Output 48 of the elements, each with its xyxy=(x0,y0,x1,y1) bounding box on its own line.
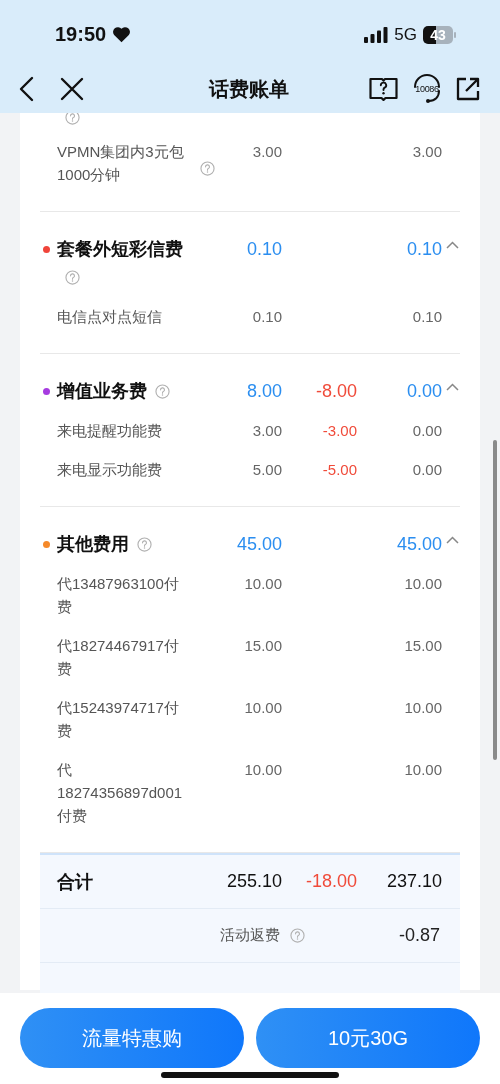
discount: -8.00 xyxy=(314,380,357,403)
final-amount: 10.00 xyxy=(403,760,442,780)
amount: 45.00 xyxy=(235,533,282,556)
time: 19:50 xyxy=(55,23,107,46)
discount: -18.00 xyxy=(304,871,357,892)
category-name: 套餐外短彩信费 xyxy=(57,239,183,259)
total-label: 合计 xyxy=(57,870,94,894)
discount: -3.00 xyxy=(321,421,357,441)
action-button[interactable]: 10元30G xyxy=(256,1008,480,1068)
final-amount: 237.10 xyxy=(385,871,442,892)
amount: 3.00 xyxy=(251,142,282,162)
amount: 0.10 xyxy=(251,307,282,327)
headset-button[interactable]: 10086 xyxy=(411,74,443,104)
final-amount: 10.00 xyxy=(403,574,442,594)
final-amount: 0.00 xyxy=(411,460,442,480)
amount: 0.10 xyxy=(245,238,282,261)
fee-item-name: 代13487963100付费 xyxy=(57,574,180,617)
amount: 3.00 xyxy=(251,421,282,441)
amount: 255.10 xyxy=(225,871,282,892)
fee-item-name: 来电提醒功能费 xyxy=(57,421,162,441)
action-button[interactable]: 流量特惠购 xyxy=(20,1008,244,1068)
network-label: 5G xyxy=(394,24,417,45)
final-amount: 15.00 xyxy=(403,636,442,656)
amount: 15.00 xyxy=(243,636,282,656)
amount: 5.00 xyxy=(251,460,282,480)
adjustment-amount: -0.87 xyxy=(398,925,440,946)
amount: 10.00 xyxy=(243,698,282,718)
final-amount: 0.00 xyxy=(405,380,442,403)
fee-item-name: 电信点对点短信 xyxy=(57,307,162,327)
fee-item-name: VPMN集团内3元包1000分钟 xyxy=(57,142,185,185)
fee-item-name: 代18274467917付费 xyxy=(57,636,180,679)
page-title: 话费账单 xyxy=(209,76,289,102)
final-amount: 45.00 xyxy=(395,533,442,556)
fee-item-name: 来电显示功能费 xyxy=(57,460,162,480)
discount: -5.00 xyxy=(321,460,357,480)
final-amount: 0.10 xyxy=(405,238,442,261)
amount: 8.00 xyxy=(245,380,282,403)
fee-item-name: 代18274356897d001付费 xyxy=(57,760,184,826)
amount: 10.00 xyxy=(243,760,282,780)
final-amount: 0.00 xyxy=(411,421,442,441)
category-name: 增值业务费 xyxy=(57,381,147,401)
category-name: 其他费用 xyxy=(57,534,129,554)
final-amount: 3.00 xyxy=(411,142,442,162)
final-amount: 0.10 xyxy=(411,307,442,327)
amount: 10.00 xyxy=(243,574,282,594)
fee-item-name: 代15243974717付费 xyxy=(57,698,180,741)
final-amount: 10.00 xyxy=(403,698,442,718)
adjustment-label: 活动返费 xyxy=(220,926,280,945)
